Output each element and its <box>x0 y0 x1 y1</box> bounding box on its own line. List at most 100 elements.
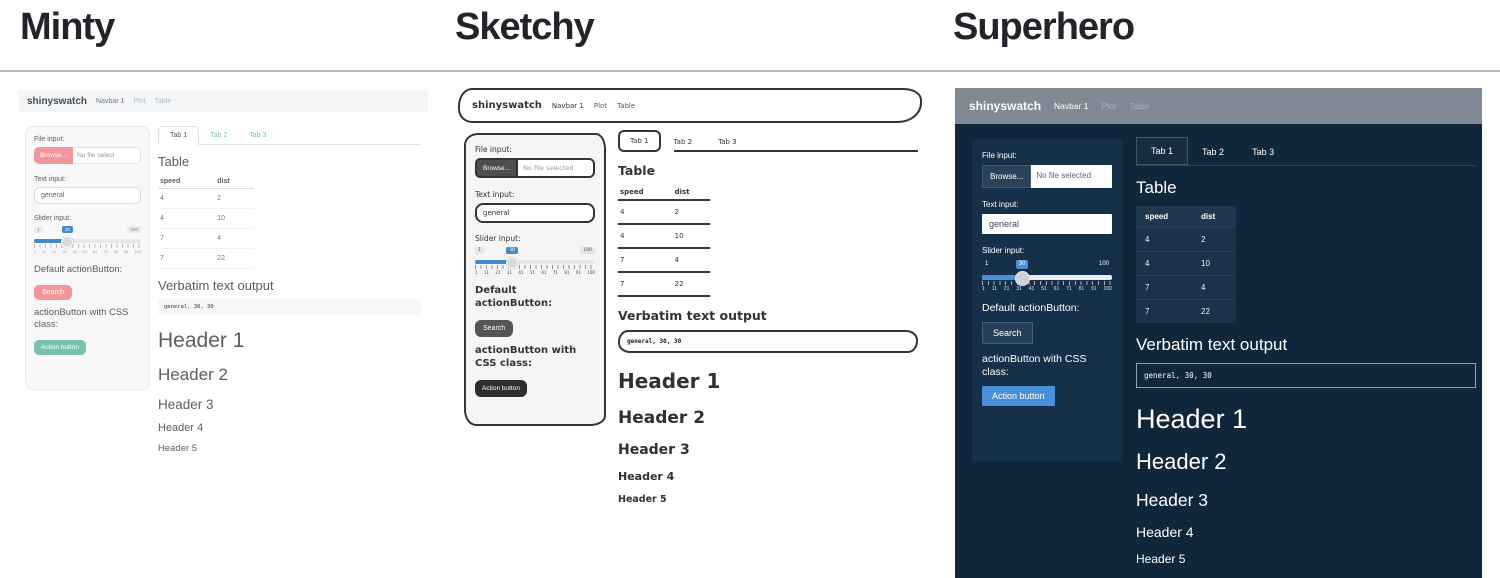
cell: 4 <box>1192 276 1236 300</box>
verbatim-output: general, 30, 30 <box>1136 363 1476 388</box>
browse-button[interactable]: Browse... <box>34 147 73 164</box>
text-input[interactable]: general <box>475 203 595 223</box>
slider-input-label: Slider input: <box>34 215 141 222</box>
col-header-speed[interactable]: speed <box>1136 206 1192 228</box>
slider-handle[interactable] <box>61 236 73 248</box>
table-header-row: speed dist <box>158 175 254 189</box>
file-name-box: No file selected <box>1031 165 1112 188</box>
navbar-link-plot[interactable]: Plot <box>594 102 607 110</box>
table-row: 42 <box>1136 228 1236 252</box>
header-3: Header 3 <box>618 442 918 458</box>
sidebar: File input: Browse... No file selected T… <box>972 139 1122 462</box>
tick-label: 100 <box>587 270 595 275</box>
data-table: speed dist 42 410 74 722 <box>1136 206 1236 323</box>
col-header-speed[interactable]: speed <box>618 185 673 200</box>
navbar-link-table[interactable]: Table <box>155 98 172 105</box>
tick-label: 71 <box>1066 286 1072 292</box>
col-header-speed[interactable]: speed <box>158 175 215 189</box>
theme-title-superhero: Superhero <box>953 6 1134 49</box>
tick-label: 11 <box>992 286 997 292</box>
tab-2[interactable]: Tab 2 <box>661 132 706 152</box>
header-1: Header 1 <box>158 329 421 353</box>
action-button[interactable]: Action button <box>475 380 527 397</box>
file-name-box: No file selected <box>516 158 595 178</box>
tab-1[interactable]: Tab 1 <box>158 126 199 145</box>
file-input-label: File input: <box>34 136 141 143</box>
tab-2[interactable]: Tab 2 <box>199 127 238 144</box>
table-row: 74 <box>618 248 710 272</box>
slider-track[interactable] <box>475 260 595 264</box>
file-input: Browse... No file selected <box>475 158 595 178</box>
verbatim-title: Verbatim text output <box>618 308 918 323</box>
search-button[interactable]: Search <box>34 285 72 300</box>
text-input-label: Text input: <box>475 190 595 199</box>
tick-label: 61 <box>93 249 97 254</box>
table-row: 410 <box>1136 252 1236 276</box>
action-button[interactable]: Action button <box>34 340 86 355</box>
navbar-brand[interactable]: shinyswatch <box>472 100 542 111</box>
file-input-label: File input: <box>982 151 1112 160</box>
slider-track[interactable] <box>982 275 1112 280</box>
col-header-dist[interactable]: dist <box>673 185 710 200</box>
col-header-dist[interactable]: dist <box>1192 206 1236 228</box>
tick-label: 51 <box>1041 286 1047 292</box>
cell: 7 <box>158 249 215 269</box>
tab-3[interactable]: Tab 3 <box>705 132 750 152</box>
navbar-link-table[interactable]: Table <box>1129 101 1149 111</box>
cell: 7 <box>158 229 215 249</box>
main-content: Tab 1 Tab 2 Tab 3 Table speed dist 42 41… <box>1136 139 1476 566</box>
navbar-link-navbar1[interactable]: Navbar 1 <box>552 102 584 110</box>
file-input-label: File input: <box>475 145 595 154</box>
header-5: Header 5 <box>158 443 421 454</box>
browse-button[interactable]: Browse... <box>475 158 516 178</box>
divider <box>0 70 1500 72</box>
col-header-dist[interactable]: dist <box>215 175 254 189</box>
slider-track[interactable] <box>34 239 141 243</box>
tab-1[interactable]: Tab 1 <box>618 130 661 152</box>
navbar-link-navbar1[interactable]: Navbar 1 <box>96 98 124 105</box>
verbatim-output: general, 30, 30 <box>158 299 421 315</box>
tick-label: 71 <box>103 249 107 254</box>
navbar-brand[interactable]: shinyswatch <box>969 99 1041 113</box>
table-title: Table <box>158 154 421 169</box>
slider-tick-labels: 1112131415161718191100 <box>34 249 141 254</box>
cell: 4 <box>1136 228 1192 252</box>
tick-label: 81 <box>564 270 569 275</box>
slider-input[interactable]: 1 30 100 1112131415161718191100 <box>475 247 595 275</box>
text-input[interactable]: general <box>34 187 141 204</box>
css-actionbutton-label: actionButton with CSS class: <box>34 307 141 331</box>
tab-3[interactable]: Tab 3 <box>238 127 277 144</box>
tick-label: 41 <box>1029 286 1035 292</box>
navbar-link-table[interactable]: Table <box>617 102 635 110</box>
header-1: Header 1 <box>1136 404 1476 435</box>
navbar-brand[interactable]: shinyswatch <box>27 96 87 107</box>
slider-input[interactable]: 1 30 100 1112131415161718191100 <box>34 226 141 254</box>
tick-label: 11 <box>42 249 46 254</box>
tick-label: 21 <box>1004 286 1010 292</box>
tick-label: 91 <box>124 249 128 254</box>
data-table: speed dist 42 410 74 722 <box>618 185 710 297</box>
search-button[interactable]: Search <box>475 320 513 337</box>
slider-min-label: 1 <box>982 260 991 269</box>
tick-label: 31 <box>1016 286 1022 292</box>
cell: 22 <box>215 249 254 269</box>
slider-handle[interactable] <box>506 257 518 269</box>
slider-handle[interactable] <box>1015 271 1030 286</box>
tick-label: 11 <box>484 270 489 275</box>
action-button[interactable]: Action button <box>982 386 1055 406</box>
theme-panel-minty: shinyswatch Navbar 1 Plot Table File inp… <box>18 90 428 112</box>
browse-button[interactable]: Browse... <box>982 165 1031 188</box>
header-2: Header 2 <box>158 365 421 385</box>
verbatim-title: Verbatim text output <box>1136 335 1476 355</box>
slider-input[interactable]: 1 30 100 1112131415161718191100 <box>982 260 1112 292</box>
search-button[interactable]: Search <box>982 322 1033 344</box>
navbar-link-plot[interactable]: Plot <box>1102 101 1117 111</box>
tab-3[interactable]: Tab 3 <box>1238 139 1288 165</box>
navbar-link-navbar1[interactable]: Navbar 1 <box>1054 101 1089 111</box>
tab-bar: Tab 1 Tab 2 Tab 3 <box>158 126 421 145</box>
text-input[interactable]: general <box>982 214 1112 234</box>
tab-1[interactable]: Tab 1 <box>1136 137 1188 165</box>
navbar-link-plot[interactable]: Plot <box>133 98 145 105</box>
tab-2[interactable]: Tab 2 <box>1188 139 1238 165</box>
navbar: shinyswatch Navbar 1 Plot Table <box>18 90 428 112</box>
